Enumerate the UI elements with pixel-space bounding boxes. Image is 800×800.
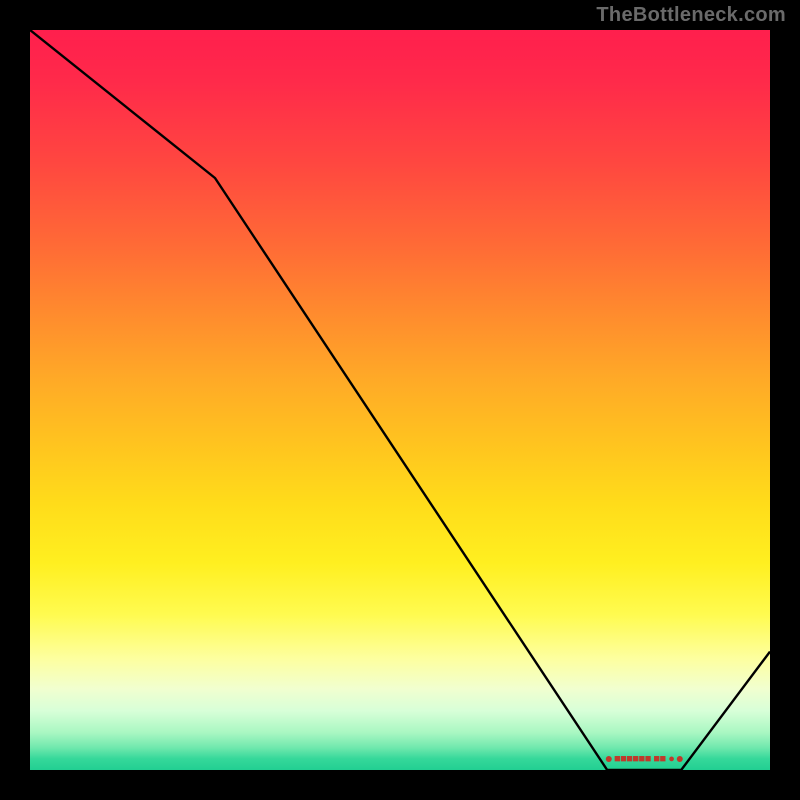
marker-dot-right: [676, 756, 682, 762]
bottleneck-curve: [30, 30, 770, 770]
chart-container: TheBottleneck.com ■■■■■■ ■■ ●: [0, 0, 800, 800]
plot-area: ■■■■■■ ■■ ●: [30, 30, 770, 770]
optimal-point-marker: ■■■■■■ ■■ ●: [604, 753, 684, 765]
line-overlay: [30, 30, 770, 770]
watermark-text: TheBottleneck.com: [596, 4, 786, 27]
marker-label: ■■■■■■ ■■ ●: [614, 753, 674, 765]
marker-dot-left: [606, 756, 612, 762]
